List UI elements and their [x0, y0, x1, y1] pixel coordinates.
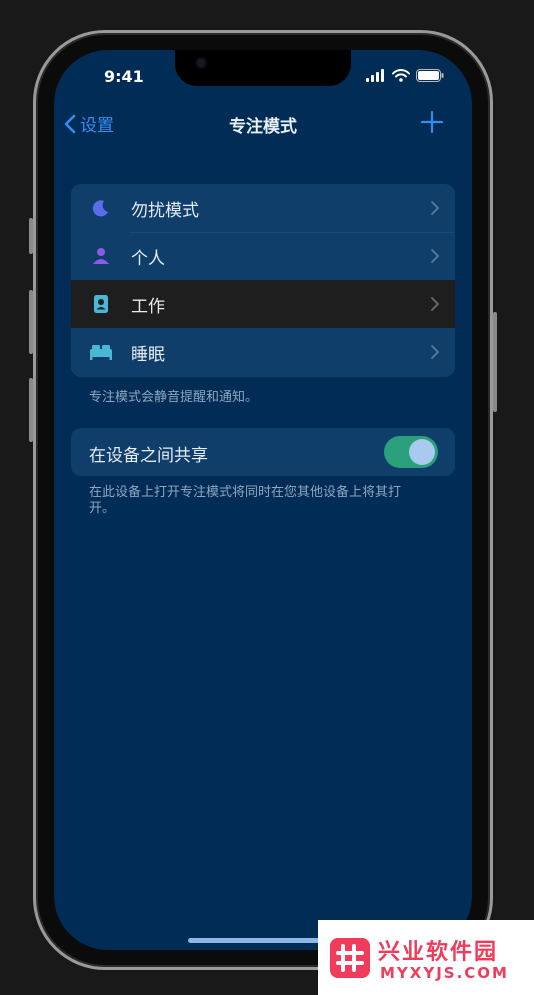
page-title: 专注模式: [229, 117, 297, 137]
chevron-right-icon: [431, 201, 439, 215]
screen: 9:41 设置 专注模式 勿扰模式 个人 工作 睡眠 专注模式会静音提醒和通知。…: [54, 50, 472, 950]
wifi-icon: [392, 69, 410, 82]
focus-mode-do-not-disturb[interactable]: 勿扰模式: [71, 184, 455, 232]
focus-mode-label: 个人: [131, 248, 165, 269]
bed-icon: [90, 345, 112, 360]
add-button[interactable]: [420, 110, 444, 134]
chevron-right-icon: [431, 297, 439, 311]
chevron-right-icon: [431, 249, 439, 263]
id-badge-icon: [94, 295, 108, 313]
moon-icon: [92, 200, 108, 217]
focus-mode-sleep[interactable]: 睡眠: [71, 328, 455, 376]
share-across-devices-row: 在设备之间共享: [71, 428, 455, 476]
home-indicator[interactable]: [188, 938, 338, 943]
cellular-signal-icon: [366, 69, 384, 82]
notch: [175, 50, 351, 86]
share-label: 在设备之间共享: [89, 446, 208, 466]
person-icon: [93, 248, 109, 264]
battery-icon: [416, 69, 444, 82]
status-time: 9:41: [104, 67, 144, 86]
toggle-knob: [409, 439, 435, 465]
focus-mode-work[interactable]: 工作: [71, 280, 455, 328]
watermark-title: 兴业软件园: [378, 940, 499, 965]
focus-mode-label: 睡眠: [131, 344, 165, 365]
focus-mode-label: 勿扰模式: [131, 200, 199, 221]
chevron-right-icon: [431, 345, 439, 359]
power-button[interactable]: [493, 312, 497, 412]
modes-footnote: 专注模式会静音提醒和通知。: [89, 390, 259, 405]
status-icons: [366, 69, 444, 82]
watermark: 兴业软件园 MYXYJS.COM: [318, 920, 534, 995]
watermark-logo-icon: [330, 938, 370, 978]
focus-mode-list: 勿扰模式 个人 工作 睡眠: [71, 184, 455, 377]
camera: [195, 57, 207, 69]
share-footnote: 在此设备上打开专注模式将同时在您其他设备上将其打开。: [89, 485, 402, 516]
watermark-subtitle: MYXYJS.COM: [380, 964, 509, 982]
focus-mode-label: 工作: [131, 296, 165, 317]
share-toggle[interactable]: [384, 436, 438, 468]
focus-mode-personal[interactable]: 个人: [71, 232, 455, 280]
